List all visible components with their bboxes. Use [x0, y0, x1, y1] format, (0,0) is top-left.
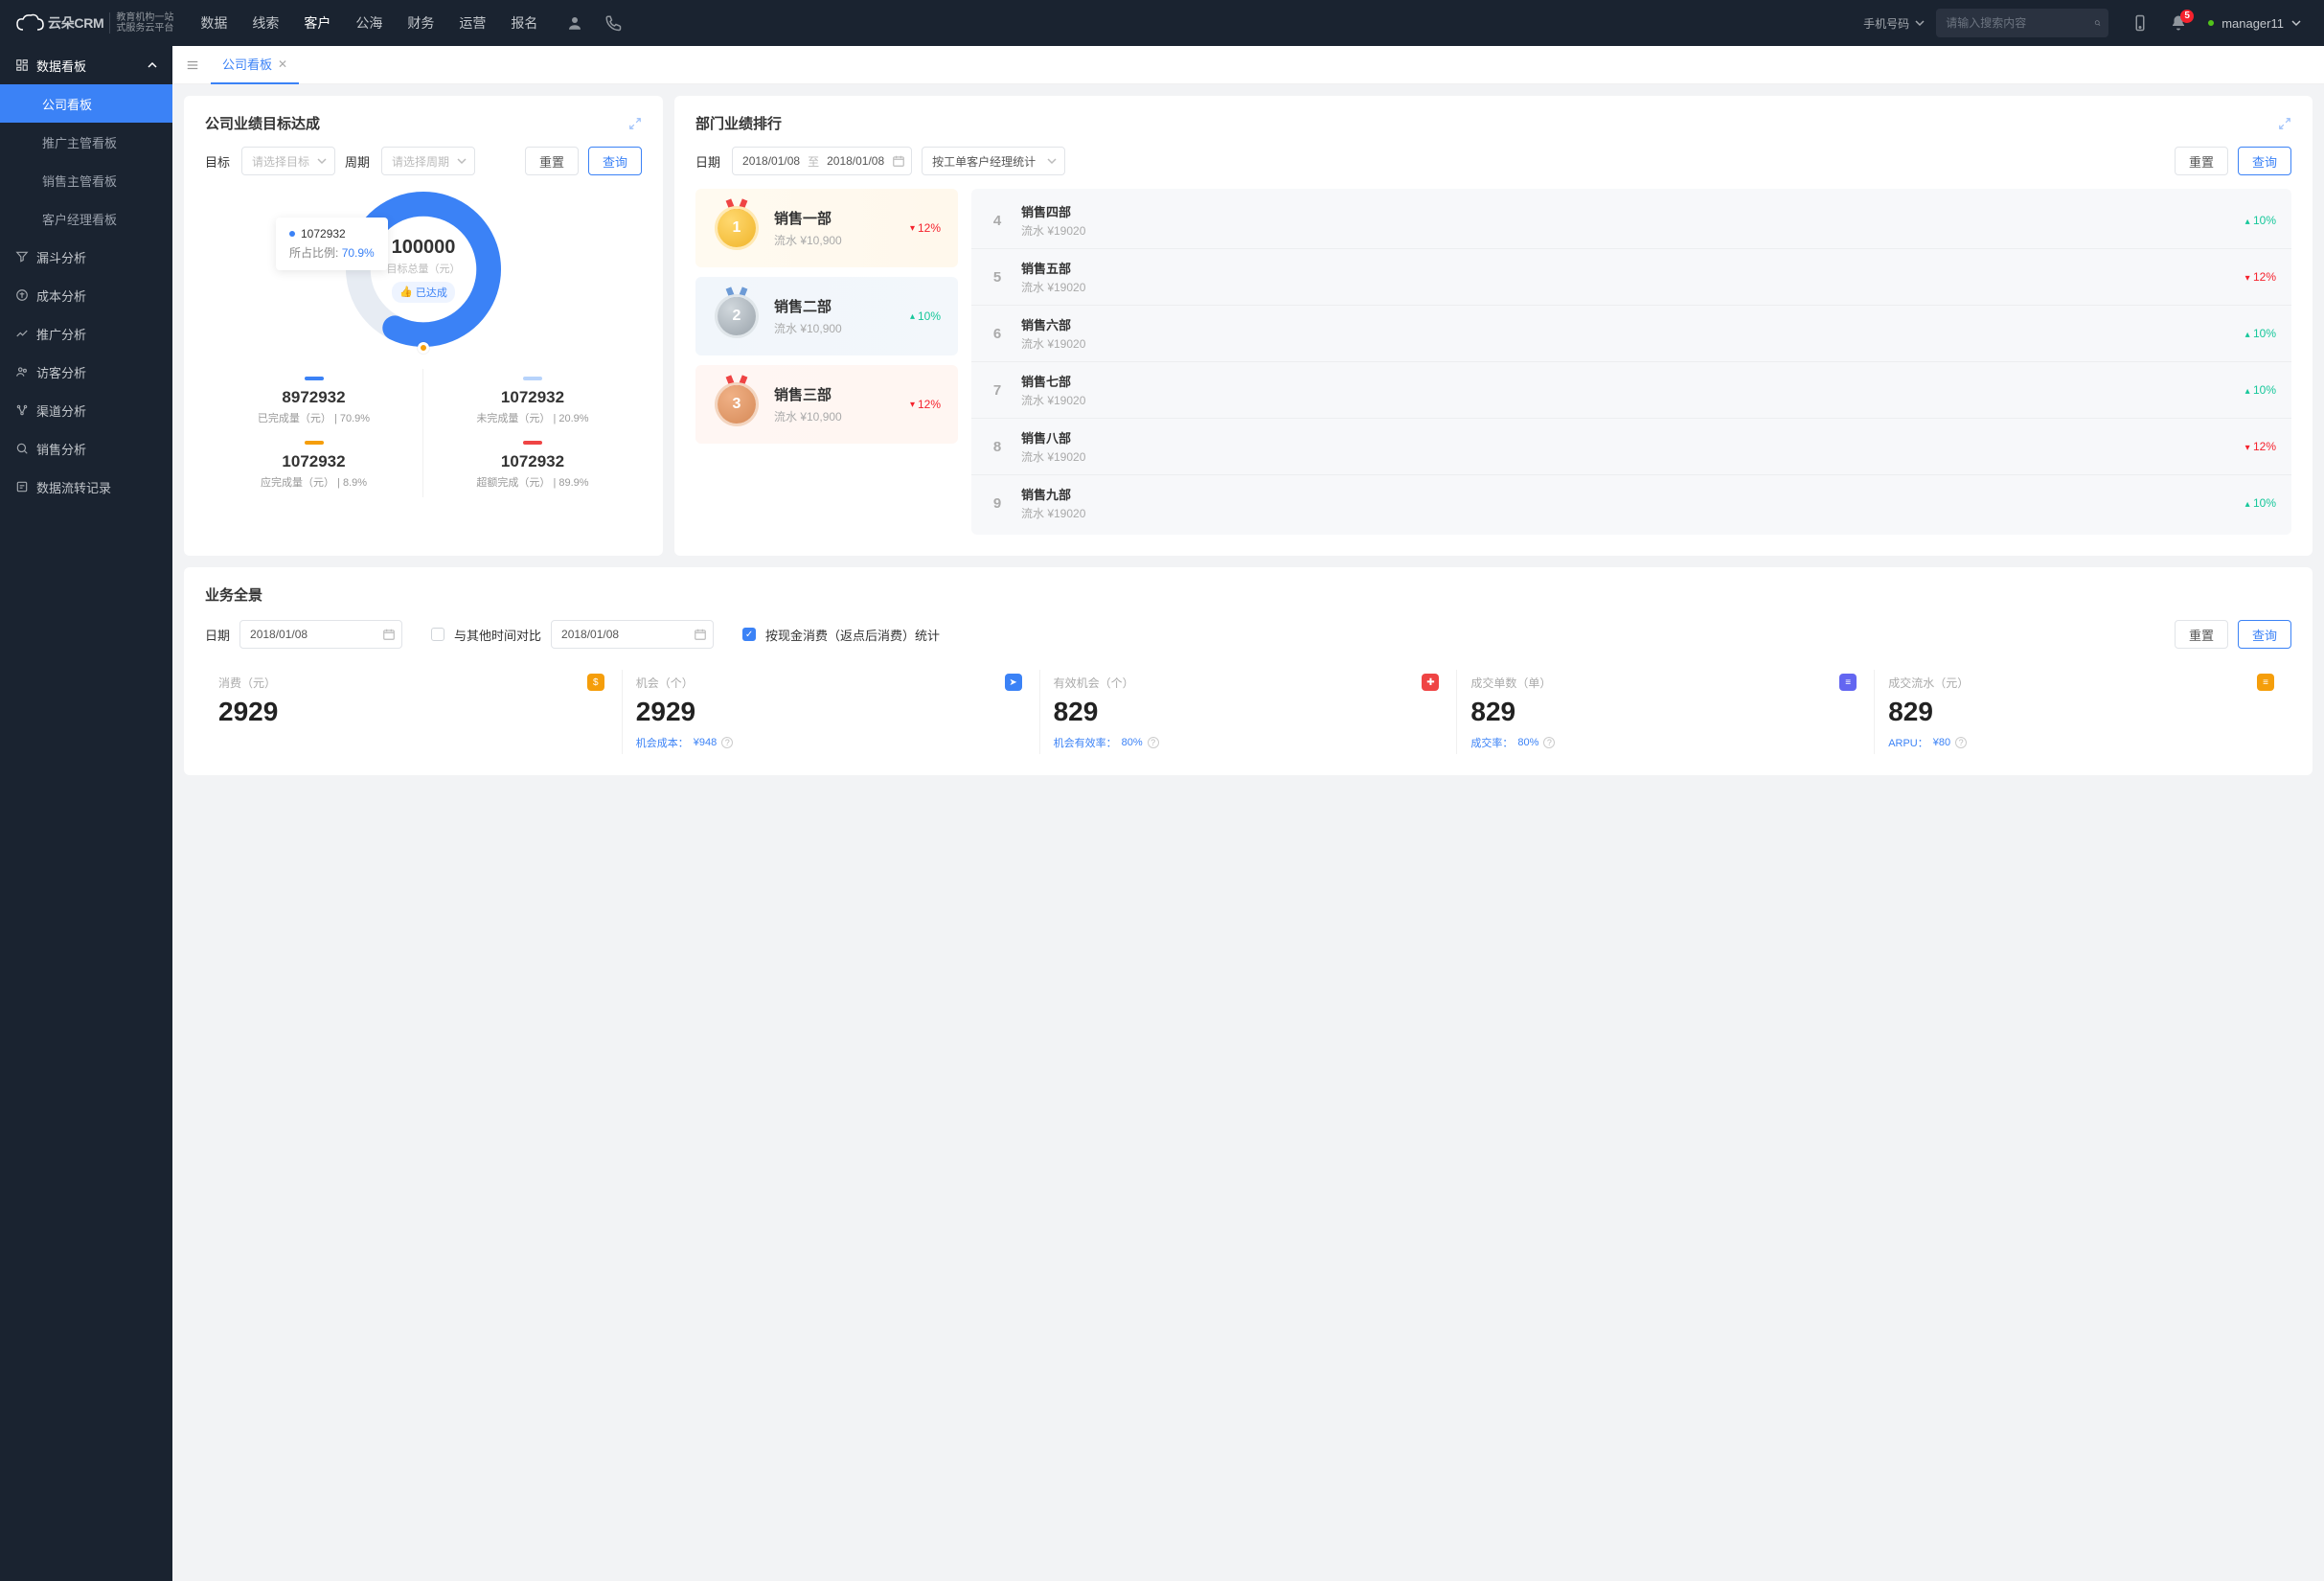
cycle-label: 周期 — [345, 152, 370, 171]
target-title: 公司业绩目标达成 — [205, 113, 320, 133]
podium-2: 2 销售二部流水 ¥10,900 ▴10% — [695, 277, 958, 355]
sidebar-sales[interactable]: 销售主管看板 — [0, 161, 172, 199]
metric-icon: ✚ — [1422, 674, 1439, 691]
medal-icon: 2 — [715, 294, 759, 338]
rank-row: 4 销售四部流水 ¥19020 ▴ 10% — [971, 193, 2291, 248]
expand-icon[interactable] — [2278, 117, 2291, 130]
user-menu[interactable]: manager11 — [2208, 16, 2301, 31]
calendar-icon — [382, 628, 396, 641]
metric-card: 成交流水（元）≡ 829ARPU：¥80? — [1874, 670, 2291, 754]
legend-done: 8972932已完成量（元） | 70.9% — [205, 369, 423, 433]
sidebar-cm[interactable]: 客户经理看板 — [0, 199, 172, 238]
sidebar-salesa[interactable]: 销售分析 — [0, 429, 172, 468]
biz-title: 业务全景 — [205, 584, 262, 605]
sidebar-promo2[interactable]: 推广分析 — [0, 314, 172, 353]
biz-date2[interactable]: 2018/01/08 — [551, 620, 714, 649]
notification-badge: 5 — [2180, 10, 2194, 23]
metric-icon: ≡ — [2257, 674, 2274, 691]
mobile-icon[interactable] — [2131, 14, 2149, 32]
nav-customer[interactable]: 客户 — [304, 13, 330, 33]
sidebar-company[interactable]: 公司看板 — [0, 84, 172, 123]
help-icon[interactable]: ? — [1148, 737, 1159, 748]
sidebar-dashboard[interactable]: 数据看板 — [0, 46, 172, 84]
rank-row: 9 销售九部流水 ¥19020 ▴ 10% — [971, 474, 2291, 531]
menu-toggle-icon[interactable] — [186, 58, 199, 72]
metric-card: 消费（元）$ 2929 — [205, 670, 622, 754]
ranking-title: 部门业绩排行 — [695, 113, 782, 133]
metric-card: 机会（个）➤ 2929机会成本：¥948? — [622, 670, 1039, 754]
search-input[interactable] — [1946, 16, 2094, 30]
metric-icon: ➤ — [1005, 674, 1022, 691]
thumb-up-icon: 👍 — [399, 286, 413, 298]
stat-by-select[interactable]: 按工单客户经理统计 — [922, 147, 1065, 175]
rank-row: 7 销售七部流水 ¥19020 ▴ 10% — [971, 361, 2291, 418]
search-icon[interactable] — [2094, 16, 2101, 30]
nav-finance[interactable]: 财务 — [407, 13, 434, 33]
rank-row: 8 销售八部流水 ¥19020 ▾ 12% — [971, 418, 2291, 474]
search-type-select[interactable]: 手机号码 — [1852, 15, 1936, 32]
calendar-icon — [892, 154, 905, 168]
status-dot — [2208, 20, 2214, 26]
compare-label: 与其他时间对比 — [454, 626, 541, 644]
rank-row: 5 销售五部流水 ¥19020 ▾ 12% — [971, 248, 2291, 305]
rank-query-button[interactable]: 查询 — [2238, 147, 2291, 175]
medal-icon: 3 — [715, 382, 759, 426]
biz-date1[interactable]: 2018/01/08 — [239, 620, 402, 649]
medal-icon: 1 — [715, 206, 759, 250]
nav-leads[interactable]: 线索 — [252, 13, 279, 33]
user-icon[interactable] — [566, 14, 583, 32]
nav-enroll[interactable]: 报名 — [511, 13, 537, 33]
donut-tooltip: 1072932 所占比例: 70.9% — [276, 218, 388, 270]
cash-checkbox[interactable]: ✓ — [742, 628, 756, 641]
rank-reset-button[interactable]: 重置 — [2175, 147, 2228, 175]
help-icon[interactable]: ? — [1955, 737, 1967, 748]
nav-public[interactable]: 公海 — [355, 13, 382, 33]
legend-undone: 1072932未完成量（元） | 20.9% — [423, 369, 642, 433]
legend-over: 1072932超额完成（元） | 89.9% — [423, 433, 642, 497]
rank-date-range[interactable]: 2018/01/08至2018/01/08 — [732, 147, 912, 175]
sidebar-channel[interactable]: 渠道分析 — [0, 391, 172, 429]
help-icon[interactable]: ? — [721, 737, 733, 748]
target-reset-button[interactable]: 重置 — [525, 147, 579, 175]
compare-checkbox[interactable] — [431, 628, 444, 641]
chevron-up-icon — [148, 60, 157, 70]
legend-should: 1072932应完成量（元） | 8.9% — [205, 433, 423, 497]
metric-card: 成交单数（单）≡ 829成交率：80%? — [1456, 670, 1874, 754]
cash-label: 按现金消费（返点后消费）统计 — [765, 626, 940, 644]
podium-1: 1 销售一部流水 ¥10,900 ▾12% — [695, 189, 958, 267]
metric-card: 有效机会（个）✚ 829机会有效率：80%? — [1039, 670, 1457, 754]
tab-company[interactable]: 公司看板✕ — [211, 46, 299, 84]
sidebar-flow[interactable]: 数据流转记录 — [0, 468, 172, 506]
target-label: 目标 — [205, 152, 230, 171]
rank-date-label: 日期 — [695, 152, 720, 171]
sidebar-funnel[interactable]: 漏斗分析 — [0, 238, 172, 276]
metric-icon: ≡ — [1839, 674, 1857, 691]
biz-date-label: 日期 — [205, 626, 230, 644]
target-select[interactable]: 请选择目标 — [241, 147, 335, 175]
expand-icon[interactable] — [628, 117, 642, 130]
sidebar-cost[interactable]: 成本分析 — [0, 276, 172, 314]
nav-ops[interactable]: 运营 — [459, 13, 486, 33]
logo: 云朵CRM 教育机构一站式服务云平台 — [15, 12, 173, 34]
biz-reset-button[interactable]: 重置 — [2175, 620, 2228, 649]
tab-close-icon[interactable]: ✕ — [278, 57, 287, 71]
biz-query-button[interactable]: 查询 — [2238, 620, 2291, 649]
podium-3: 3 销售三部流水 ¥10,900 ▾12% — [695, 365, 958, 444]
calendar-icon — [694, 628, 707, 641]
sidebar-promo[interactable]: 推广主管看板 — [0, 123, 172, 161]
metric-icon: $ — [587, 674, 604, 691]
rank-row: 6 销售六部流水 ¥19020 ▴ 10% — [971, 305, 2291, 361]
sidebar-visitor[interactable]: 访客分析 — [0, 353, 172, 391]
target-query-button[interactable]: 查询 — [588, 147, 642, 175]
nav-data[interactable]: 数据 — [200, 13, 227, 33]
notification-bell[interactable]: 5 — [2170, 14, 2187, 32]
help-icon[interactable]: ? — [1543, 737, 1555, 748]
phone-icon[interactable] — [604, 14, 622, 32]
